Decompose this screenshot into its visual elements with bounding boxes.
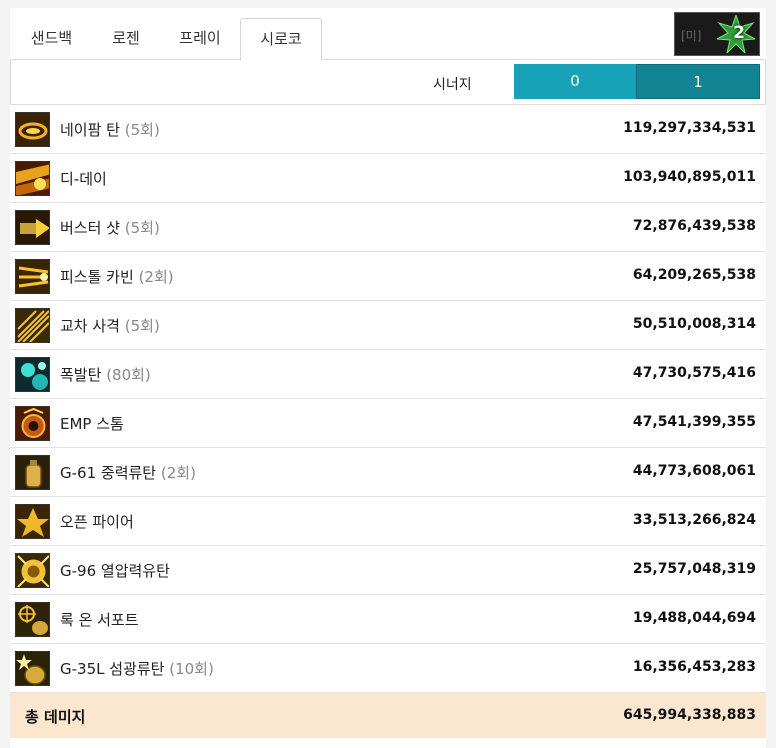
- skill-name: 버스터 샷 (5회): [60, 219, 160, 237]
- skill-damage: 64,209,265,538: [632, 267, 756, 283]
- tab-prey[interactable]: 프레이: [160, 18, 240, 58]
- table-row: 디-데이 103,940,895,011: [10, 154, 766, 203]
- gravity-grenade-icon: [15, 455, 50, 490]
- cross-fire-icon: [15, 308, 50, 343]
- skill-name: 교차 사격 (5회): [60, 317, 160, 335]
- skill-damage: 47,730,575,416: [632, 365, 756, 381]
- skill-name: G-61 중력류탄 (2회): [60, 464, 196, 482]
- thumbnail-left-text: [미]: [681, 29, 702, 43]
- table-row: 피스톨 카빈 (2회) 64,209,265,538: [10, 252, 766, 301]
- buster-shot-icon: [15, 210, 50, 245]
- skill-damage: 50,510,008,314: [632, 316, 756, 332]
- total-damage-row: 총 데미지 645,994,338,883: [10, 693, 766, 738]
- tab-bar: 샌드백 로젠 프레이 시로코 [미] 2: [10, 8, 766, 61]
- table-row: 오픈 파이어 33,513,266,824: [10, 497, 766, 546]
- table-row: 록 온 서포트 19,488,044,694: [10, 595, 766, 644]
- skill-damage: 33,513,266,824: [632, 512, 756, 528]
- table-row: G-96 열압력유탄 25,757,048,319: [10, 546, 766, 595]
- synergy-selector: 시너지 0 1: [10, 60, 766, 105]
- emp-storm-icon: [15, 406, 50, 441]
- table-row: 폭발탄 (80회) 47,730,575,416: [10, 350, 766, 399]
- skill-name: EMP 스톰: [60, 415, 124, 433]
- table-row: 교차 사격 (5회) 50,510,008,314: [10, 301, 766, 350]
- skill-damage: 19,488,044,694: [632, 610, 756, 626]
- skill-damage: 16,356,453,283: [632, 659, 756, 675]
- thermobaric-grenade-icon: [15, 553, 50, 588]
- skill-damage: 119,297,334,531: [623, 120, 756, 136]
- synergy-option-0[interactable]: 0: [514, 64, 636, 99]
- damage-panel: 샌드백 로젠 프레이 시로코 [미] 2 시너지 0 1 네이팜 탄 (5회) …: [10, 8, 766, 748]
- total-damage-label: 총 데미지: [25, 708, 86, 726]
- skill-damage: 44,773,608,061: [632, 463, 756, 479]
- flash-grenade-icon: [15, 651, 50, 686]
- skill-name: 오픈 파이어: [60, 513, 134, 531]
- table-row: 네이팜 탄 (5회) 119,297,334,531: [10, 105, 766, 154]
- skill-name: 디-데이: [60, 170, 107, 188]
- napalm-icon: [15, 112, 50, 147]
- open-fire-icon: [15, 504, 50, 539]
- tab-rosen[interactable]: 로젠: [92, 18, 160, 58]
- skill-damage: 47,541,399,355: [632, 414, 756, 430]
- table-row: G-61 중력류탄 (2회) 44,773,608,061: [10, 448, 766, 497]
- synergy-label: 시너지: [433, 77, 472, 93]
- pistol-carbine-icon: [15, 259, 50, 294]
- table-row: 버스터 샷 (5회) 72,876,439,538: [10, 203, 766, 252]
- synergy-option-1[interactable]: 1: [636, 64, 760, 99]
- lock-on-support-icon: [15, 602, 50, 637]
- explosive-bullet-icon: [15, 357, 50, 392]
- boss-thumbnail[interactable]: [미] 2: [674, 12, 760, 56]
- thumbnail-number: 2: [733, 23, 745, 43]
- table-row: G-35L 섬광류탄 (10회) 16,356,453,283: [10, 644, 766, 693]
- d-day-icon: [15, 161, 50, 196]
- skill-name: 피스톨 카빈 (2회): [60, 268, 174, 286]
- skill-name: 네이팜 탄 (5회): [60, 121, 160, 139]
- skill-damage-list: 네이팜 탄 (5회) 119,297,334,531 디-데이 103,940,…: [10, 105, 766, 693]
- tab-siroco[interactable]: 시로코: [240, 18, 322, 61]
- skill-name: 록 온 서포트: [60, 611, 139, 629]
- skill-name: G-35L 섬광류탄 (10회): [60, 660, 214, 678]
- total-damage-value: 645,994,338,883: [623, 707, 756, 723]
- tab-sandbag[interactable]: 샌드백: [11, 18, 92, 58]
- skill-name: 폭발탄 (80회): [60, 366, 151, 384]
- skill-damage: 72,876,439,538: [632, 218, 756, 234]
- skill-damage: 25,757,048,319: [632, 561, 756, 577]
- skill-damage: 103,940,895,011: [623, 169, 756, 185]
- table-row: EMP 스톰 47,541,399,355: [10, 399, 766, 448]
- skill-name: G-96 열압력유탄: [60, 562, 170, 580]
